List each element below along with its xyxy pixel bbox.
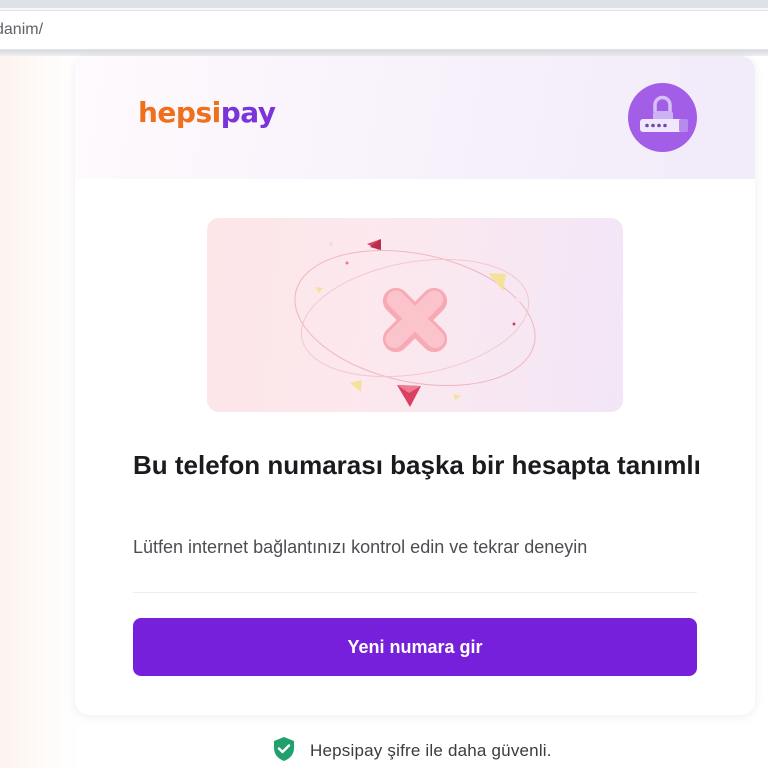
- address-bar[interactable]: danim/: [0, 10, 768, 50]
- new-number-button[interactable]: Yeni numara gir: [133, 618, 697, 676]
- logo-part-pay: pay: [220, 96, 276, 129]
- card-header: hepsipay: [75, 56, 755, 179]
- error-title: Bu telefon numarası başka bir hesapta ta…: [133, 450, 701, 480]
- browser-tab-strip: [0, 0, 768, 8]
- hepsipay-logo: hepsipay: [138, 96, 276, 129]
- address-bar-url[interactable]: danim/: [0, 21, 43, 39]
- lock-keypad-icon: [628, 83, 697, 152]
- page: danim/ hepsipay: [0, 0, 768, 768]
- error-subtitle: Lütfen internet bağlantınızı kontrol edi…: [133, 537, 588, 557]
- error-card: hepsipay Bu telefon numarası başka bir h…: [75, 56, 755, 715]
- security-note-text: Hepsipay şifre ile daha güvenli.: [310, 741, 552, 760]
- shield-check-icon: [272, 736, 296, 767]
- divider: [133, 592, 697, 593]
- error-illustration: [207, 218, 623, 412]
- browser-toolbar: danim/: [0, 8, 768, 51]
- logo-part-hepsi: hepsi: [138, 96, 221, 129]
- error-x-icon: [294, 239, 536, 407]
- security-note: Hepsipay şifre ile daha güvenli.: [272, 736, 552, 767]
